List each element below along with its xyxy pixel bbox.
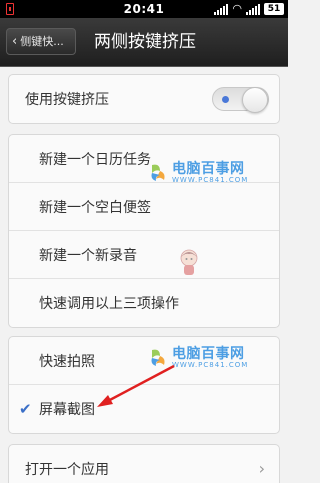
list-item-label: 新建一个日历任务 <box>39 151 151 168</box>
list-item[interactable]: 新建一个空白便签 <box>9 183 279 231</box>
use-key-squeeze-toggle[interactable] <box>212 87 269 113</box>
app-header: ‹ 侧键快... 两侧按键挤压 <box>0 18 288 67</box>
list-item[interactable]: 快速调用以上三项操作 <box>9 279 279 327</box>
list-item[interactable]: 打开一个应用 › <box>9 445 279 483</box>
chevron-left-icon: ‹ <box>12 34 18 49</box>
use-key-squeeze-label: 使用按键挤压 <box>25 92 109 108</box>
battery-icon: 51 <box>264 3 284 15</box>
list-item-label: 快速调用以上三项操作 <box>39 296 179 312</box>
toggle-card: 使用按键挤压 <box>8 74 280 124</box>
watermark-url: WWW.PC841.COM <box>172 361 249 369</box>
watermark-url: WWW.PC841.COM <box>172 176 249 184</box>
status-icons: ◠ 51 <box>214 2 284 16</box>
signal-icon <box>214 3 229 15</box>
mobile-signal-icon <box>246 3 260 15</box>
list-item[interactable]: 新建一个新录音 <box>9 231 279 279</box>
toggle-indicator <box>222 96 229 103</box>
status-bar: 20:41 ◠ 51 <box>0 0 288 18</box>
list-item-label: 打开一个应用 <box>25 462 109 478</box>
watermark: 电脑百事网 WWW.PC841.COM <box>148 162 248 184</box>
use-key-squeeze-row[interactable]: 使用按键挤压 <box>9 75 279 123</box>
watermark-name: 电脑百事网 <box>172 346 245 362</box>
watermark-name: 电脑百事网 <box>172 161 245 177</box>
back-button[interactable]: ‹ 侧键快... <box>6 28 76 55</box>
back-button-label: 侧键快... <box>20 35 64 48</box>
toggle-knob <box>242 87 268 113</box>
list-item-label: 新建一个新录音 <box>39 247 137 264</box>
wifi-icon: ◠ <box>232 2 242 15</box>
list-item-label: 快速拍照 <box>39 353 95 370</box>
watermark-logo-icon <box>151 349 165 366</box>
list-item-label: 新建一个空白便签 <box>39 199 151 216</box>
watermark: 电脑百事网 WWW.PC841.COM <box>148 347 248 369</box>
page-title: 两侧按键挤压 <box>94 32 196 52</box>
mascot-watermark-icon <box>180 249 198 275</box>
chevron-right-icon: › <box>258 459 265 478</box>
watermark-logo-icon <box>151 164 165 181</box>
checkmark-icon: ✔ <box>19 400 32 418</box>
list-item-selected[interactable]: ✔ 屏幕截图 <box>9 385 279 433</box>
app-options-card: 打开一个应用 › <box>8 444 280 483</box>
